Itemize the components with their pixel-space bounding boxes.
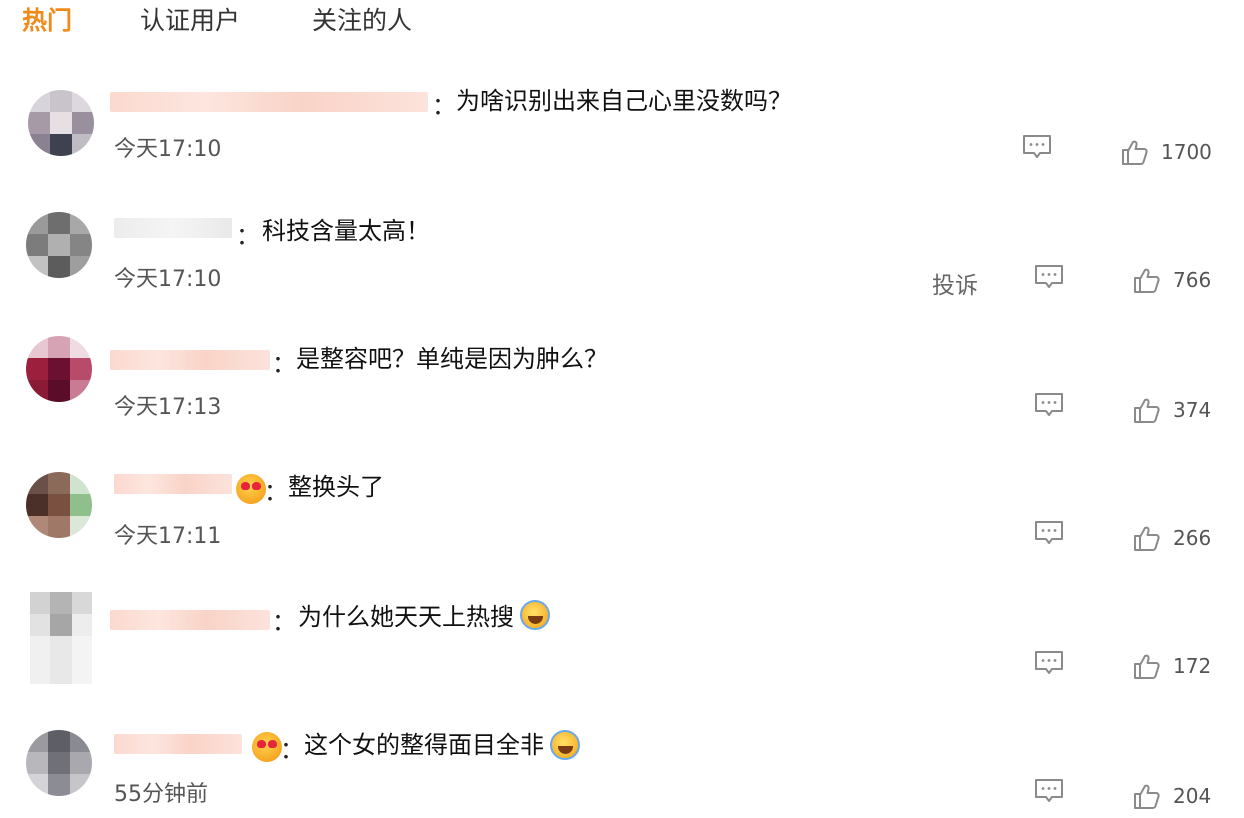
laugh-cry-emoji-icon [520,600,550,630]
avatar[interactable] [28,90,94,156]
avatar[interactable] [26,336,92,402]
report-button[interactable]: 投诉 [932,266,978,300]
tab-verified-users[interactable]: 认证用户 [140,4,240,38]
love-eyes-emoji-icon [236,474,266,504]
thumbs-up-icon [1122,140,1148,165]
comment-time: 今天17:13 [114,395,222,420]
tab-hot[interactable]: 热门 [22,4,72,38]
reply-icon[interactable] [1034,264,1064,290]
like-button[interactable]: 766 [1133,266,1223,296]
colon: ： [264,478,288,506]
username-blurred[interactable] [114,218,232,238]
thumbs-up-icon [1134,654,1160,679]
like-button[interactable]: 374 [1133,396,1223,426]
comment-item: ： 是整容吧？单纯是因为肿么？ 今天17:13 374 [0,322,1244,450]
reply-icon[interactable] [1034,778,1064,804]
comment-item: ： 整换头了 今天17:11 266 [0,450,1244,578]
like-count: 266 [1173,526,1212,550]
username-blurred[interactable] [114,734,242,754]
comment-item: ： 为什么她天天上热搜 172 [0,578,1244,706]
username-blurred[interactable] [110,610,270,630]
colon: ： [280,736,304,764]
username-blurred[interactable] [110,350,270,370]
colon: ： [236,222,260,250]
like-count: 204 [1173,784,1212,808]
avatar[interactable] [26,472,92,538]
username-blurred[interactable] [114,474,232,494]
reply-icon[interactable] [1034,650,1064,676]
thumbs-up-icon [1134,398,1160,423]
comment-text: 科技含量太高！ [262,217,430,245]
like-count: 1700 [1161,140,1212,164]
comment-time: 今天17:10 [114,267,222,292]
like-button[interactable]: 1700 [1121,138,1221,168]
username-blurred[interactable] [110,92,428,112]
comment-text: 这个女的整得面目全非 [304,731,544,759]
like-button[interactable]: 172 [1133,652,1223,682]
avatar[interactable] [26,730,92,796]
reply-icon[interactable] [1022,134,1052,160]
comment-text: 是整容吧？单纯是因为肿么？ [296,345,608,373]
colon: ： [272,350,296,378]
like-count: 374 [1173,398,1212,422]
reply-icon[interactable] [1034,520,1064,546]
comment-time: 今天17:10 [114,137,222,162]
like-button[interactable]: 266 [1133,524,1223,554]
comment-item: ： 这个女的整得面目全非 55分钟前 204 [0,706,1244,818]
thumbs-up-icon [1134,784,1160,809]
love-eyes-emoji-icon [252,732,282,762]
comment-time: 今天17:11 [114,524,222,549]
laugh-cry-emoji-icon [550,730,580,760]
comment-text: 整换头了 [288,473,384,501]
tab-following[interactable]: 关注的人 [312,4,412,38]
like-button[interactable]: 204 [1133,782,1223,812]
comment-tabs: 热门 认证用户 关注的人 [0,0,1244,48]
comment-item: ： 科技含量太高！ 今天17:10 投诉 766 [0,194,1244,322]
colon: ： [432,92,456,120]
comment-text: 为啥识别出来自己心里没数吗？ [456,87,792,115]
thumbs-up-icon [1134,268,1160,293]
reply-icon[interactable] [1034,392,1064,418]
avatar[interactable] [30,592,92,684]
colon: ： [272,608,296,636]
like-count: 172 [1173,654,1212,678]
comment-time: 55分钟前 [114,782,208,807]
comment-item: ： 为啥识别出来自己心里没数吗？ 今天17:10 1700 [0,66,1244,194]
like-count: 766 [1173,268,1212,292]
avatar[interactable] [26,212,92,278]
comment-text: 为什么她天天上热搜 [298,603,514,631]
thumbs-up-icon [1134,526,1160,551]
